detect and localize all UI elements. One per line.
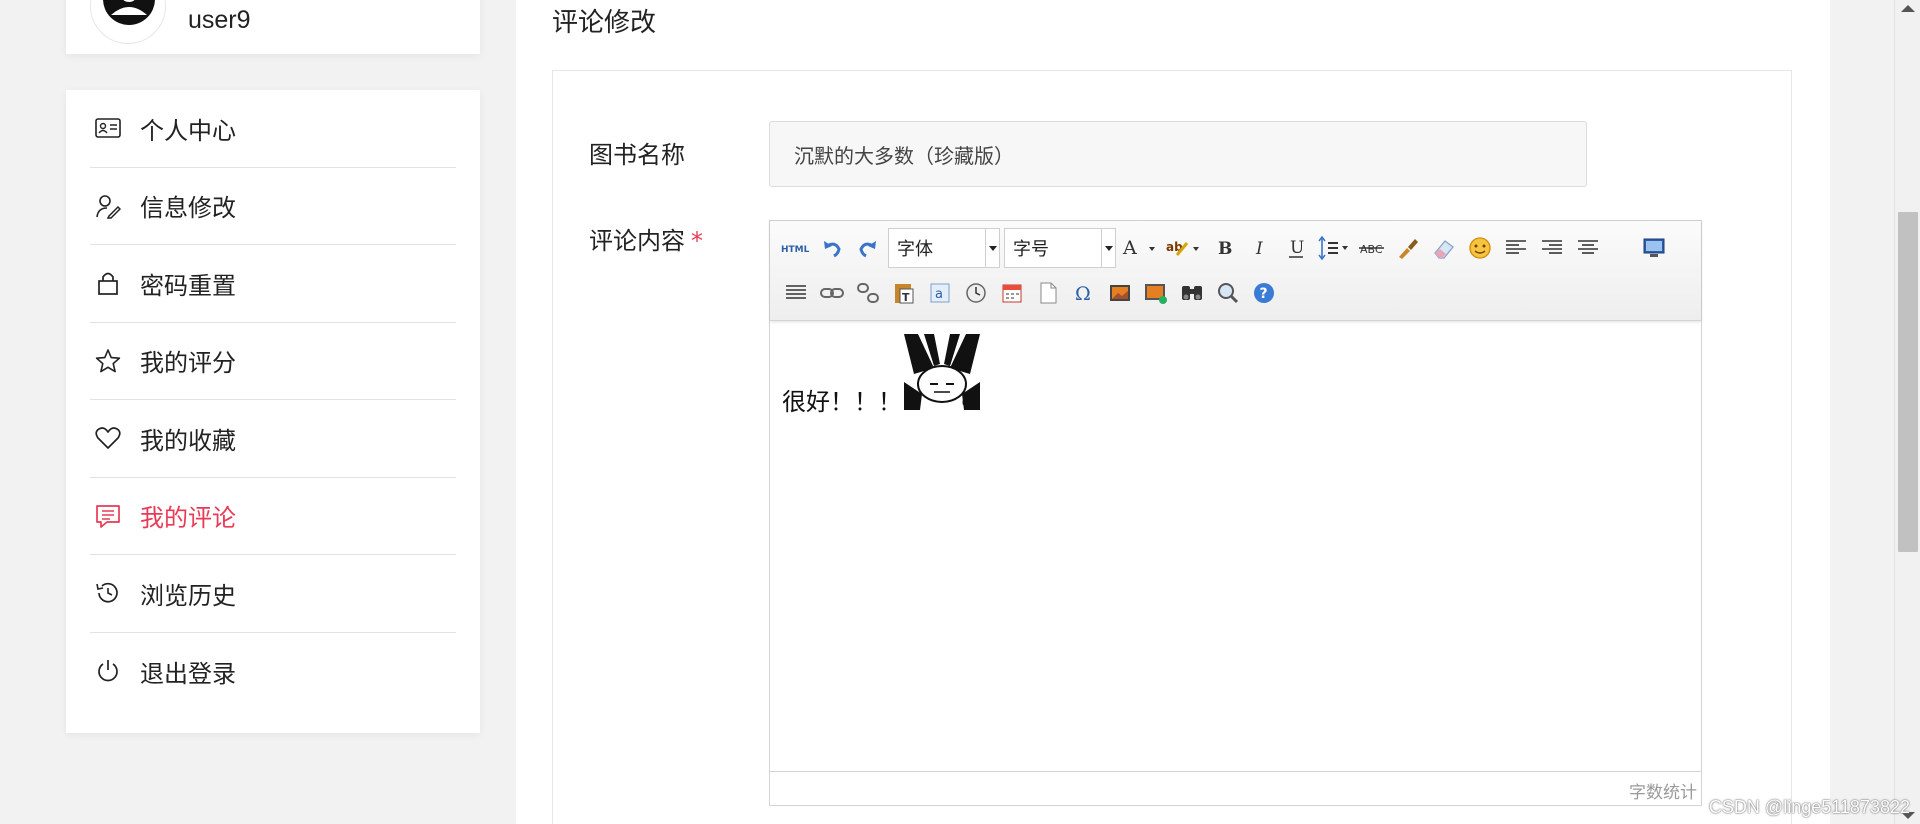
sidebar-item-label: 浏览历史 — [140, 581, 236, 610]
align-right-icon[interactable] — [1534, 230, 1570, 266]
book-name-label: 图书名称 — [589, 141, 685, 169]
sidebar-item-label: 我的评论 — [140, 504, 236, 533]
comment-content-label: 评论内容 * — [589, 221, 703, 256]
align-center-icon[interactable] — [1570, 230, 1606, 266]
username: user9 — [188, 6, 251, 34]
align-left-icon[interactable] — [1498, 230, 1534, 266]
svg-text:U: U — [1290, 238, 1304, 258]
book-name-field[interactable]: 沉默的大多数（珍藏版） — [769, 121, 1587, 187]
main-content: 评论修改 图书名称 沉默的大多数（珍藏版） 评论内容 * HTML 字体 字号 … — [516, 0, 1830, 824]
time-icon[interactable] — [958, 275, 994, 311]
required-mark: * — [691, 227, 703, 255]
user-card: user9 — [66, 0, 480, 54]
emoticon-icon[interactable] — [1462, 230, 1498, 266]
sidebar-item-password[interactable]: 密码重置 — [90, 245, 456, 323]
redo-icon[interactable] — [850, 230, 886, 266]
font-family-select[interactable]: 字体 — [888, 228, 1000, 268]
comment-form: 图书名称 沉默的大多数（珍藏版） 评论内容 * HTML 字体 字号 A ab … — [552, 70, 1792, 824]
line-height-icon[interactable] — [1314, 230, 1354, 266]
word-count[interactable]: 字数统计 — [1629, 778, 1697, 803]
html-source-icon[interactable]: HTML — [778, 230, 814, 266]
heart-icon — [94, 424, 122, 452]
watermark: CSDN @linge511873822 — [1708, 797, 1910, 817]
preview-icon[interactable] — [1210, 275, 1246, 311]
font-size-select[interactable]: 字号 — [1004, 228, 1116, 268]
toolbar-row-1: HTML 字体 字号 A ab B I U ABC — [778, 228, 1672, 268]
lock-icon — [94, 269, 122, 297]
comment-icon — [94, 502, 122, 530]
comment-text: 很好！！！ — [782, 388, 902, 416]
editor-content-area[interactable]: 很好！！！ — [770, 322, 1701, 762]
anchor-icon[interactable]: a — [922, 275, 958, 311]
sidebar-item-favorites[interactable]: 我的收藏 — [90, 400, 456, 478]
find-replace-icon[interactable] — [1174, 275, 1210, 311]
svg-text:B: B — [1218, 239, 1232, 258]
editor-toolbar: HTML 字体 字号 A ab B I U ABC T a Ω ? — [770, 221, 1701, 321]
svg-text:ABC: ABC — [1360, 243, 1383, 256]
book-name-value: 沉默的大多数（珍藏版） — [794, 143, 1014, 168]
sidebar-item-comments[interactable]: 我的评论 — [90, 478, 456, 555]
special-char-icon[interactable]: Ω — [1066, 275, 1102, 311]
sidebar-item-history[interactable]: 浏览历史 — [90, 555, 456, 633]
svg-text:T: T — [902, 291, 910, 304]
help-icon[interactable]: ? — [1246, 275, 1282, 311]
new-page-icon[interactable] — [1030, 275, 1066, 311]
unlink-icon[interactable] — [850, 275, 886, 311]
link-icon[interactable] — [814, 275, 850, 311]
toolbar-row-2: T a Ω ? — [778, 275, 1282, 311]
sidebar-item-label: 退出登录 — [140, 659, 236, 688]
chevron-down-icon — [985, 229, 999, 267]
font-family-value: 字体 — [897, 239, 933, 260]
sidebar-item-profile[interactable]: 个人中心 — [90, 90, 456, 168]
power-icon — [94, 657, 122, 685]
sidebar-item-label: 我的评分 — [140, 349, 236, 378]
font-size-value: 字号 — [1013, 239, 1049, 260]
sidebar-item-edit-info[interactable]: 信息修改 — [90, 168, 456, 245]
sidebar-item-label: 我的收藏 — [140, 426, 236, 455]
italic-icon[interactable]: I — [1242, 230, 1278, 266]
id-card-icon — [94, 114, 122, 142]
strikethrough-icon[interactable]: ABC — [1354, 230, 1390, 266]
date-icon[interactable] — [994, 275, 1030, 311]
scroll-up-arrow-icon[interactable] — [1901, 5, 1915, 12]
avatar[interactable] — [90, 0, 166, 44]
history-icon — [94, 579, 122, 607]
sidebar-menu: 个人中心 信息修改 密码重置 我的评分 我的收藏 我的评论 浏览历史 退出登录 — [66, 90, 480, 733]
eraser-icon[interactable] — [1426, 230, 1462, 266]
sidebar-item-label: 个人中心 — [140, 116, 236, 145]
star-icon — [94, 347, 122, 375]
svg-text:a: a — [935, 287, 943, 302]
bold-icon[interactable]: B — [1206, 230, 1242, 266]
multi-image-icon[interactable] — [1138, 275, 1174, 311]
svg-text:?: ? — [1260, 286, 1268, 302]
svg-text:A: A — [1122, 237, 1137, 259]
sidebar-item-label: 密码重置 — [140, 271, 236, 300]
editor-footer: 字数统计 — [770, 771, 1701, 805]
comment-content-label-text: 评论内容 — [589, 227, 685, 255]
sidebar-item-logout[interactable]: 退出登录 — [90, 633, 456, 711]
undo-icon[interactable] — [814, 230, 850, 266]
svg-text:HTML: HTML — [781, 245, 810, 254]
chevron-down-icon — [1101, 229, 1115, 267]
justify-icon[interactable] — [778, 275, 814, 311]
page-title: 评论修改 — [552, 8, 657, 38]
svg-text:Ω: Ω — [1075, 283, 1091, 304]
font-color-icon[interactable]: A — [1118, 230, 1162, 266]
paste-text-icon[interactable]: T — [886, 275, 922, 311]
format-brush-icon[interactable] — [1390, 230, 1426, 266]
user-avatar-icon — [103, 0, 155, 25]
fullscreen-icon[interactable] — [1636, 230, 1672, 266]
page-scrollbar[interactable] — [1894, 0, 1920, 824]
underline-icon[interactable]: U — [1278, 230, 1314, 266]
image-icon[interactable] — [1102, 275, 1138, 311]
rabbit-emoticon-icon — [904, 334, 980, 410]
scrollbar-thumb[interactable] — [1898, 212, 1918, 552]
sidebar-item-label: 信息修改 — [140, 194, 236, 223]
highlight-color-icon[interactable]: ab — [1162, 230, 1206, 266]
sidebar-item-ratings[interactable]: 我的评分 — [90, 323, 456, 400]
rich-text-editor: HTML 字体 字号 A ab B I U ABC T a Ω ? 很好！！！ … — [769, 220, 1702, 806]
user-edit-icon — [94, 192, 122, 220]
svg-text:I: I — [1255, 239, 1263, 258]
